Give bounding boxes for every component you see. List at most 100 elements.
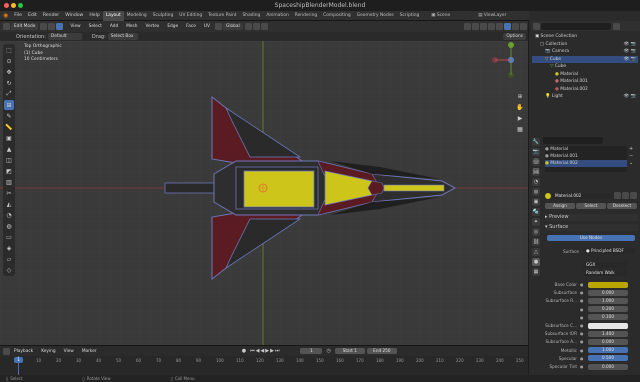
solid-shading-icon[interactable] <box>504 23 511 30</box>
tab-animation[interactable]: Animation <box>263 11 291 21</box>
menu-timeline-view[interactable]: View <box>61 348 77 355</box>
close-window-button[interactable] <box>4 3 9 8</box>
view-layer-tab-icon[interactable]: 🖼 <box>532 168 540 176</box>
select-box-icon[interactable]: ⬚ <box>4 45 14 55</box>
material-shading-icon[interactable] <box>512 23 519 30</box>
menu-file[interactable]: File <box>11 11 25 21</box>
add-slot-icon[interactable]: + <box>629 146 633 153</box>
tab-rendering[interactable]: Rendering <box>292 11 320 21</box>
duplicate-material-icon[interactable] <box>622 192 629 199</box>
cursor-tool-icon[interactable]: ⊙ <box>4 56 14 66</box>
ortho-grid-icon[interactable]: ▦ <box>515 124 525 134</box>
physics-tab-icon[interactable]: ◎ <box>532 228 540 236</box>
viewlayer-selector[interactable]: ▤ ViewLayer <box>475 11 509 21</box>
outliner-item[interactable]: 📷 Camera 👁 📷 <box>532 48 638 55</box>
bevel-icon[interactable]: ◩ <box>4 166 14 176</box>
socket-icon[interactable]: ● <box>580 307 584 312</box>
maximize-window-button[interactable] <box>18 3 23 8</box>
preview-range-icon[interactable]: ◷ <box>326 348 330 354</box>
outliner-item[interactable]: ▽ Cube 👁 📷 <box>532 55 638 63</box>
fake-user-icon[interactable] <box>614 192 621 199</box>
world-tab-icon[interactable]: ◍ <box>532 188 540 196</box>
poly-build-icon[interactable]: ◭ <box>4 199 14 209</box>
properties-search-input[interactable] <box>543 136 603 144</box>
shrink-fatten-icon[interactable]: ◈ <box>4 243 14 253</box>
distribution-dropdown[interactable]: GGX <box>583 262 627 268</box>
socket-icon[interactable]: ● <box>580 356 584 361</box>
property-value-field[interactable]: 1.000 <box>588 347 628 354</box>
tab-compositing[interactable]: Compositing <box>320 11 354 21</box>
vertex-select-icon[interactable] <box>40 23 48 30</box>
render-tab-icon[interactable]: 📷 <box>532 148 540 156</box>
material-name-field[interactable]: Material.002 <box>552 192 612 199</box>
visibility-icon[interactable] <box>464 23 471 30</box>
record-icon[interactable]: ● <box>242 348 246 354</box>
tab-layout[interactable]: Layout <box>102 10 124 21</box>
surface-panel-header[interactable]: ▾ Surface <box>545 224 638 231</box>
edge-select-icon[interactable] <box>48 23 56 30</box>
output-tab-icon[interactable]: 🖨 <box>532 158 540 166</box>
outliner-item[interactable]: ● Material <box>532 71 638 78</box>
rotate-tool-icon[interactable]: ↻ <box>4 78 14 88</box>
remove-slot-icon[interactable]: − <box>629 153 633 160</box>
timeline-editor-icon[interactable] <box>3 347 10 355</box>
particles-tab-icon[interactable]: ✦ <box>532 218 540 226</box>
preview-panel-header[interactable]: ▸ Preview <box>545 214 638 221</box>
assign-button[interactable]: Assign <box>545 202 575 209</box>
measure-tool-icon[interactable]: 📏 <box>4 122 14 132</box>
outliner-item[interactable]: ● Material.001 <box>532 78 638 85</box>
outliner-item[interactable]: ● Material.002 <box>532 86 638 93</box>
material-tab-icon[interactable]: ● <box>532 258 540 266</box>
scale-tool-icon[interactable]: ⤢ <box>4 89 14 99</box>
wireframe-shading-icon[interactable] <box>496 23 503 30</box>
proportional-edit-icon[interactable] <box>260 23 268 30</box>
menu-keying[interactable]: Keying <box>38 348 58 355</box>
surface-shader-field[interactable]: ● Principled BSDF <box>583 248 635 254</box>
snap-icon[interactable] <box>252 23 260 30</box>
material-slot[interactable]: ● Material.001 <box>545 153 627 160</box>
gizmo-icon[interactable] <box>472 23 479 30</box>
drag-dropdown[interactable]: Select Box <box>107 33 138 40</box>
orientation-dropdown[interactable]: Default <box>47 33 82 40</box>
end-frame-field[interactable]: End 250 <box>366 348 397 354</box>
overlay-icon[interactable] <box>480 23 487 30</box>
property-value-field[interactable]: 0.100 <box>588 314 628 321</box>
rendered-shading-icon[interactable] <box>520 23 527 30</box>
menu-edge[interactable]: Edge <box>164 23 181 30</box>
property-value-field[interactable]: 0.000 <box>588 338 628 345</box>
face-select-icon[interactable] <box>56 23 64 30</box>
property-value-field[interactable]: 1.000 <box>588 297 628 304</box>
tab-geometry-nodes[interactable]: Geometry Nodes <box>354 11 397 21</box>
visibility-eye-icon[interactable]: 👁 📷 <box>624 93 636 100</box>
menu-render[interactable]: Render <box>40 11 62 21</box>
menu-window[interactable]: Window <box>62 11 86 21</box>
tab-uv-editing[interactable]: UV Editing <box>176 11 205 21</box>
slot-specials-icon[interactable]: ⌄ <box>629 160 633 167</box>
select-button[interactable]: Select <box>576 202 606 209</box>
tool-tab-icon[interactable]: 🔧 <box>532 138 540 146</box>
playhead-frame-label[interactable]: 1 <box>14 357 23 363</box>
blender-logo-icon[interactable]: ◉ <box>0 11 11 21</box>
texture-tab-icon[interactable]: ▦ <box>532 268 540 276</box>
playback-controls[interactable]: ⏮◀◀▶▶⏭ <box>250 348 280 354</box>
timeline-ruler[interactable]: 0102030405060708090100110120130140150160… <box>0 357 528 365</box>
transform-orientation-dropdown[interactable]: Global <box>222 23 243 30</box>
socket-icon[interactable]: ● <box>580 331 584 336</box>
socket-icon[interactable]: ● <box>580 298 584 303</box>
socket-icon[interactable]: ● <box>580 290 584 295</box>
color-swatch[interactable] <box>588 281 628 288</box>
transform-tool-icon[interactable]: ⊞ <box>4 100 14 110</box>
mode-dropdown[interactable]: Edit Mode <box>11 23 39 30</box>
socket-icon[interactable]: ● <box>580 364 584 369</box>
menu-vertex[interactable]: Vertex <box>143 23 163 30</box>
tab-texture-paint[interactable]: Texture Paint <box>205 11 239 21</box>
spin-icon[interactable]: ◔ <box>4 210 14 220</box>
shear-icon[interactable]: ▱ <box>4 254 14 264</box>
pan-hand-icon[interactable]: ✋ <box>515 102 525 112</box>
visibility-eye-icon[interactable]: 👁 📷 <box>624 56 636 63</box>
scene-tab-icon[interactable]: ◔ <box>532 178 540 186</box>
viewport-canvas[interactable] <box>0 41 528 345</box>
material-slot-active[interactable]: ● Material.002 <box>545 160 627 167</box>
loop-cut-icon[interactable]: ▥ <box>4 177 14 187</box>
outliner-item[interactable]: 💡 Light 👁 📷 <box>532 93 638 100</box>
